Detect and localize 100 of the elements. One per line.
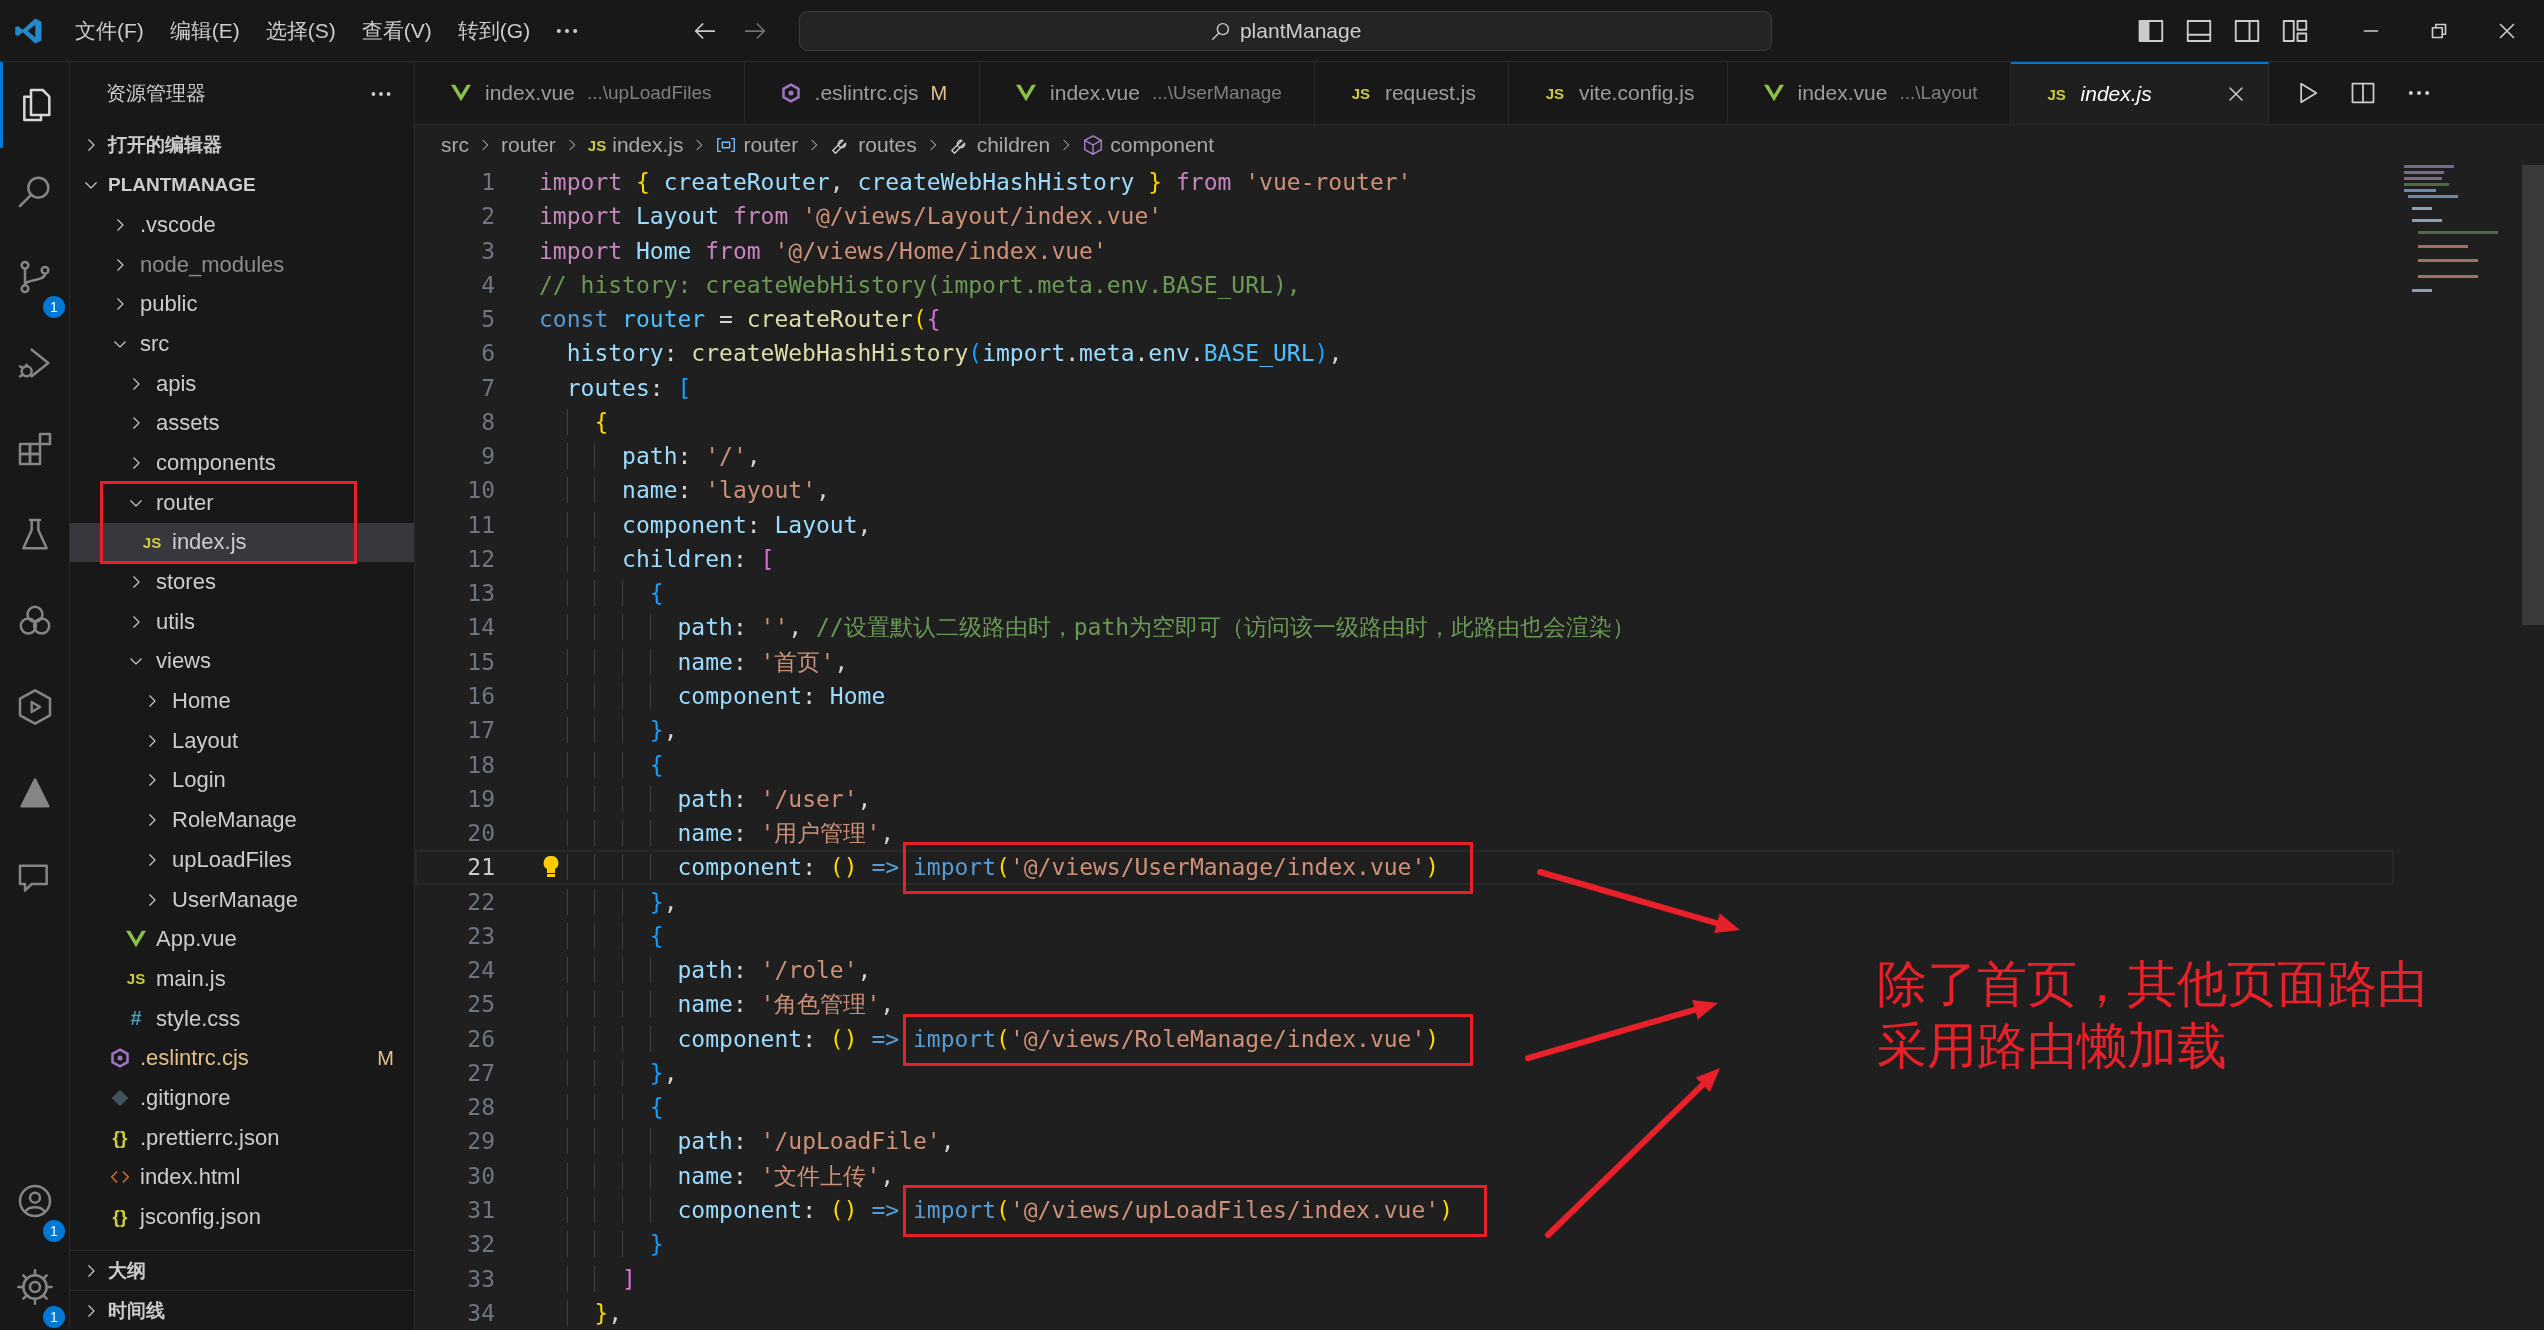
breadcrumb-item[interactable]: router <box>501 133 556 157</box>
line-number: 15 <box>466 647 495 677</box>
line-number: 5 <box>480 305 495 335</box>
breadcrumb-item[interactable]: JS index.js <box>587 133 684 157</box>
tree-item[interactable]: .gitignore <box>70 1078 414 1118</box>
line-number: 16 <box>466 682 495 711</box>
tree-item[interactable]: .eslintrc.cjs M <box>70 1038 414 1079</box>
editor-tab[interactable]: .eslintrc.cjs M <box>744 62 981 124</box>
editor-tab[interactable]: index.vue ...\upLoadFiles <box>415 62 745 124</box>
editor-tab[interactable]: index.vue ...\Layout <box>1727 62 2011 124</box>
code-line: component: Layout, <box>539 507 872 542</box>
breadcrumb-item[interactable]: routes <box>830 133 917 157</box>
section-header[interactable]: 大纲 <box>70 1250 414 1290</box>
section-header[interactable]: 打开的编辑器 <box>70 125 414 165</box>
menu-item[interactable]: 文件(F) <box>62 10 157 51</box>
code-line: }, <box>539 1295 623 1330</box>
code-line: }, <box>539 713 678 748</box>
menu-item[interactable]: 转到(G) <box>444 10 544 51</box>
vue-file-icon <box>1016 84 1037 102</box>
line-number: 32 <box>466 1230 495 1260</box>
vue-file-icon <box>126 930 146 949</box>
editor-tab[interactable]: JS vite.config.js <box>1508 62 1728 124</box>
code-line: { <box>539 404 609 440</box>
code-line: component: Home <box>539 679 886 714</box>
code-line: path: '/', <box>539 439 761 474</box>
vue-file-icon <box>1763 84 1784 102</box>
tree-item[interactable]: router <box>70 482 414 523</box>
line-number: 33 <box>466 1264 495 1294</box>
tree-item[interactable]: components <box>70 443 414 483</box>
tree-item[interactable]: # style.css <box>70 998 414 1039</box>
tree-item[interactable]: src <box>70 324 414 364</box>
editor-tab[interactable]: JS request.js <box>1314 62 1509 124</box>
breadcrumb-item[interactable]: router <box>715 133 799 157</box>
search-field[interactable]: plantManage <box>799 10 1773 51</box>
code-line: routes: [ <box>565 373 692 403</box>
code-line: children: [ <box>539 541 775 577</box>
line-number: 12 <box>466 544 495 574</box>
tree-item[interactable]: {} .prettierrc.json <box>70 1117 414 1158</box>
line-number: 23 <box>466 921 495 951</box>
line-number: 25 <box>466 990 495 1020</box>
code-line: const router = createRouter({ <box>539 305 941 335</box>
line-number: 10 <box>466 476 495 506</box>
tree-item[interactable]: public <box>70 284 414 325</box>
settings-icon[interactable] <box>14 1267 55 1307</box>
tree-item[interactable]: Home <box>70 681 414 721</box>
tree-item[interactable]: JS main.js <box>70 959 414 999</box>
line-number: 2 <box>480 202 495 232</box>
tree-item[interactable]: utils <box>70 601 414 642</box>
menu-item[interactable]: 编辑(E) <box>156 10 253 51</box>
code-line: component: () => import('@/views/UserManage/index.vue') <box>539 850 1440 885</box>
section-header[interactable]: 时间线 <box>70 1290 414 1330</box>
line-number: 26 <box>466 1024 495 1054</box>
tree-item[interactable]: RoleManage <box>70 800 414 840</box>
tree-item[interactable]: index.html <box>70 1157 414 1198</box>
annotation-text: 除了首页，其他页面路由 采用路由懒加载 <box>1877 955 2427 1076</box>
tree-item[interactable]: assets <box>70 403 414 444</box>
lightbulb-icon[interactable] <box>541 855 561 880</box>
menu-item[interactable]: 选择(S) <box>252 10 349 51</box>
line-number: 27 <box>466 1058 495 1088</box>
code-line: history: createWebHashHistory(import.meta.env.BASE_URL), <box>565 339 1343 369</box>
file-type-icon: {} <box>112 1126 128 1149</box>
tree-item[interactable]: Login <box>70 760 414 801</box>
line-number: 21 <box>466 853 495 883</box>
code-line: name: '首页', <box>539 644 849 679</box>
scrollbar-thumb[interactable] <box>2522 165 2544 625</box>
menu-item[interactable]: 查看(V) <box>348 10 445 51</box>
code-line: } <box>539 1227 664 1262</box>
tree-item[interactable]: Layout <box>70 720 414 761</box>
tree-item[interactable]: apis <box>70 363 414 404</box>
tree-item[interactable]: UserManage <box>70 879 414 920</box>
code-line: import Layout from '@/views/Layout/index.vue' <box>539 202 1163 232</box>
file-type-icon: JS <box>142 533 162 551</box>
tree-item[interactable]: {} jsconfig.json <box>70 1197 414 1237</box>
tree-item[interactable]: node_modules <box>70 244 414 285</box>
notification-badge: 1 <box>43 1220 65 1242</box>
tree-item[interactable]: views <box>70 641 414 682</box>
tree-item[interactable]: stores <box>70 562 414 602</box>
section-header[interactable]: PLANTMANAGE <box>70 165 414 205</box>
line-number: 24 <box>466 956 495 986</box>
file-type-icon: JS <box>587 136 607 154</box>
editor-tab[interactable]: JS index.js <box>2010 62 2269 124</box>
breadcrumb-item[interactable]: children <box>948 133 1051 157</box>
tree-item[interactable]: .vscode <box>70 205 414 245</box>
code-line: name: 'layout', <box>539 473 830 508</box>
tree-item[interactable]: upLoadFiles <box>70 840 414 880</box>
line-number: 1 <box>480 168 495 197</box>
code-line: }, <box>539 1055 678 1091</box>
file-type-icon: JS <box>1545 84 1565 102</box>
line-number: 11 <box>466 510 495 540</box>
tree-item[interactable]: JS index.js <box>70 522 414 563</box>
file-type-icon: {} <box>112 1206 128 1229</box>
tree-item[interactable]: App.vue <box>70 919 414 960</box>
code-line: { <box>539 747 664 782</box>
code-line: path: '/upLoadFile', <box>539 1124 955 1159</box>
line-number: 8 <box>480 407 495 437</box>
editor-tab[interactable]: index.vue ...\UserManage <box>980 62 1315 124</box>
code-line: { <box>539 576 664 611</box>
breadcrumb-item[interactable]: component <box>1082 133 1215 157</box>
line-number: 18 <box>466 750 495 780</box>
breadcrumb-item[interactable]: src <box>441 133 469 157</box>
